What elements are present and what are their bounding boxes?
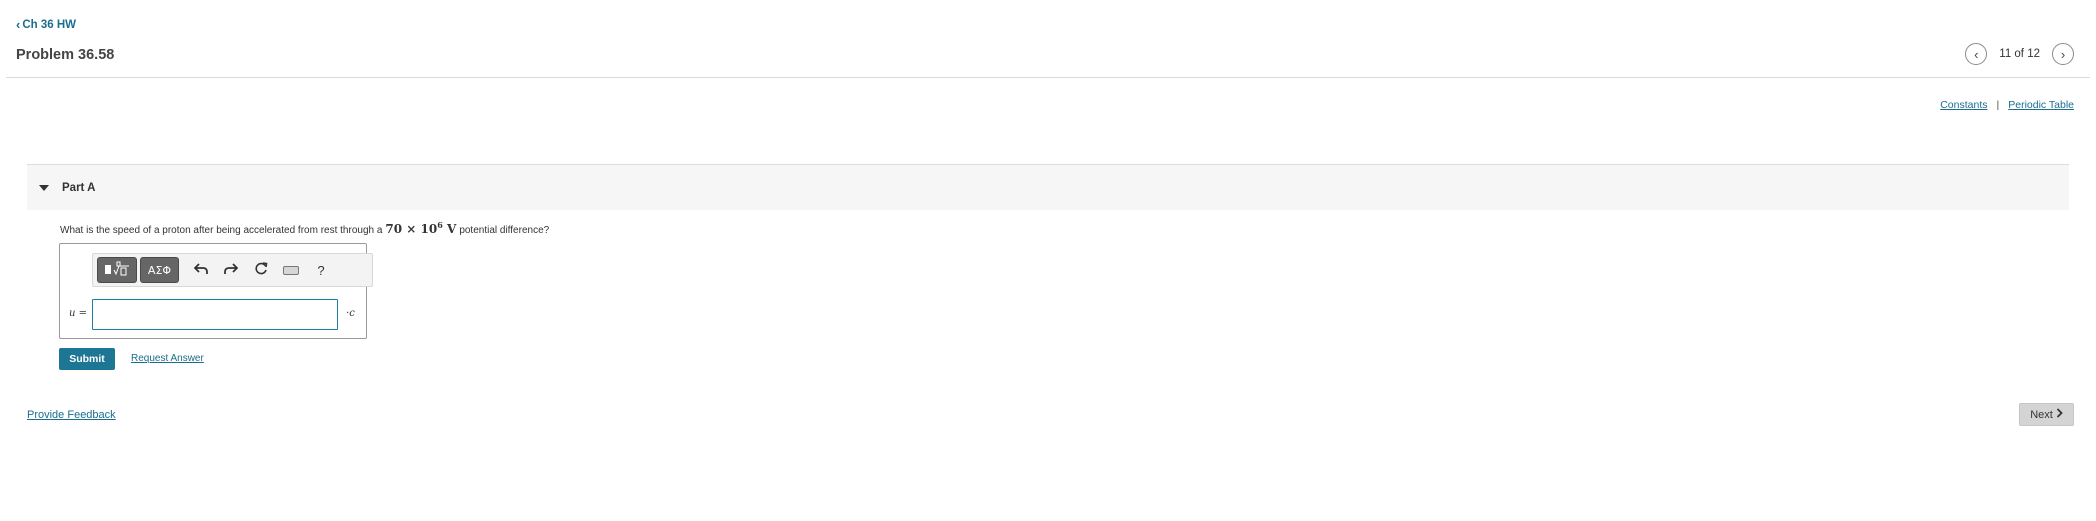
answer-input[interactable]: [92, 299, 338, 330]
resource-links: Constants | Periodic Table: [1940, 99, 2074, 111]
collapse-triangle-icon[interactable]: [39, 184, 49, 191]
math-toolbar: ΑΣΦ ?: [92, 253, 373, 287]
resource-separator: |: [1996, 99, 2000, 111]
help-button[interactable]: ?: [311, 260, 331, 280]
redo-button[interactable]: [221, 260, 241, 280]
periodic-table-link[interactable]: Periodic Table: [2008, 99, 2074, 111]
request-answer-link[interactable]: Request Answer: [131, 353, 204, 364]
header-divider: [6, 77, 2090, 78]
page-title: Problem 36.58: [16, 47, 115, 63]
answer-variable: u: [69, 308, 76, 319]
undo-icon: [193, 262, 208, 278]
answer-equals: =: [78, 308, 88, 319]
keyboard-icon: [283, 265, 299, 275]
reset-icon: [254, 261, 268, 279]
part-label: Part A: [62, 181, 96, 194]
part-a-header[interactable]: Part A: [27, 164, 2069, 210]
submit-button[interactable]: Submit: [59, 348, 115, 370]
help-icon: ?: [317, 262, 325, 278]
next-problem-button[interactable]: ›: [2052, 43, 2074, 65]
redo-icon: [224, 262, 239, 278]
provide-feedback-link[interactable]: Provide Feedback: [27, 409, 116, 421]
question-text-before: What is the speed of a proton after bein…: [60, 225, 383, 236]
question-text: What is the speed of a proton after bein…: [60, 220, 549, 236]
answer-unit-symbol: c: [349, 308, 355, 319]
chevron-left-icon: ‹: [16, 17, 21, 32]
back-to-assignment-link[interactable]: ‹ Ch 36 HW: [16, 18, 76, 31]
greek-symbols-icon: ΑΣΦ: [147, 263, 172, 277]
next-button-label: Next: [2030, 408, 2053, 421]
pager-text: 11 of 12: [1999, 48, 2040, 60]
constants-link[interactable]: Constants: [1940, 99, 1987, 111]
voltage-exponent: 6: [437, 220, 443, 230]
reset-button[interactable]: [251, 260, 271, 280]
question-text-after: potential difference?: [459, 225, 550, 236]
back-link-label: Ch 36 HW: [22, 18, 77, 31]
next-button[interactable]: Next: [2019, 403, 2074, 426]
voltage-unit: V: [447, 222, 457, 236]
answer-variable-label: u =: [69, 308, 87, 319]
keyboard-button[interactable]: [281, 260, 301, 280]
chevron-right-icon: [2056, 408, 2063, 421]
chevron-left-icon: ‹: [1974, 46, 1979, 62]
templates-icon: [104, 261, 130, 280]
answer-box: ΑΣΦ ? u = ·c: [59, 243, 373, 339]
previous-problem-button[interactable]: ‹: [1965, 43, 1988, 65]
voltage-base: 70 × 10: [385, 222, 438, 236]
greek-symbols-button[interactable]: ΑΣΦ: [140, 257, 179, 283]
chevron-right-icon: ›: [2060, 46, 2066, 62]
answer-unit: ·c: [346, 308, 355, 319]
undo-button[interactable]: [191, 260, 211, 280]
problem-pager: ‹ 11 of 12 ›: [1965, 43, 2074, 65]
voltage-expression: 70 × 106 V: [385, 220, 456, 236]
templates-button[interactable]: [97, 257, 137, 283]
